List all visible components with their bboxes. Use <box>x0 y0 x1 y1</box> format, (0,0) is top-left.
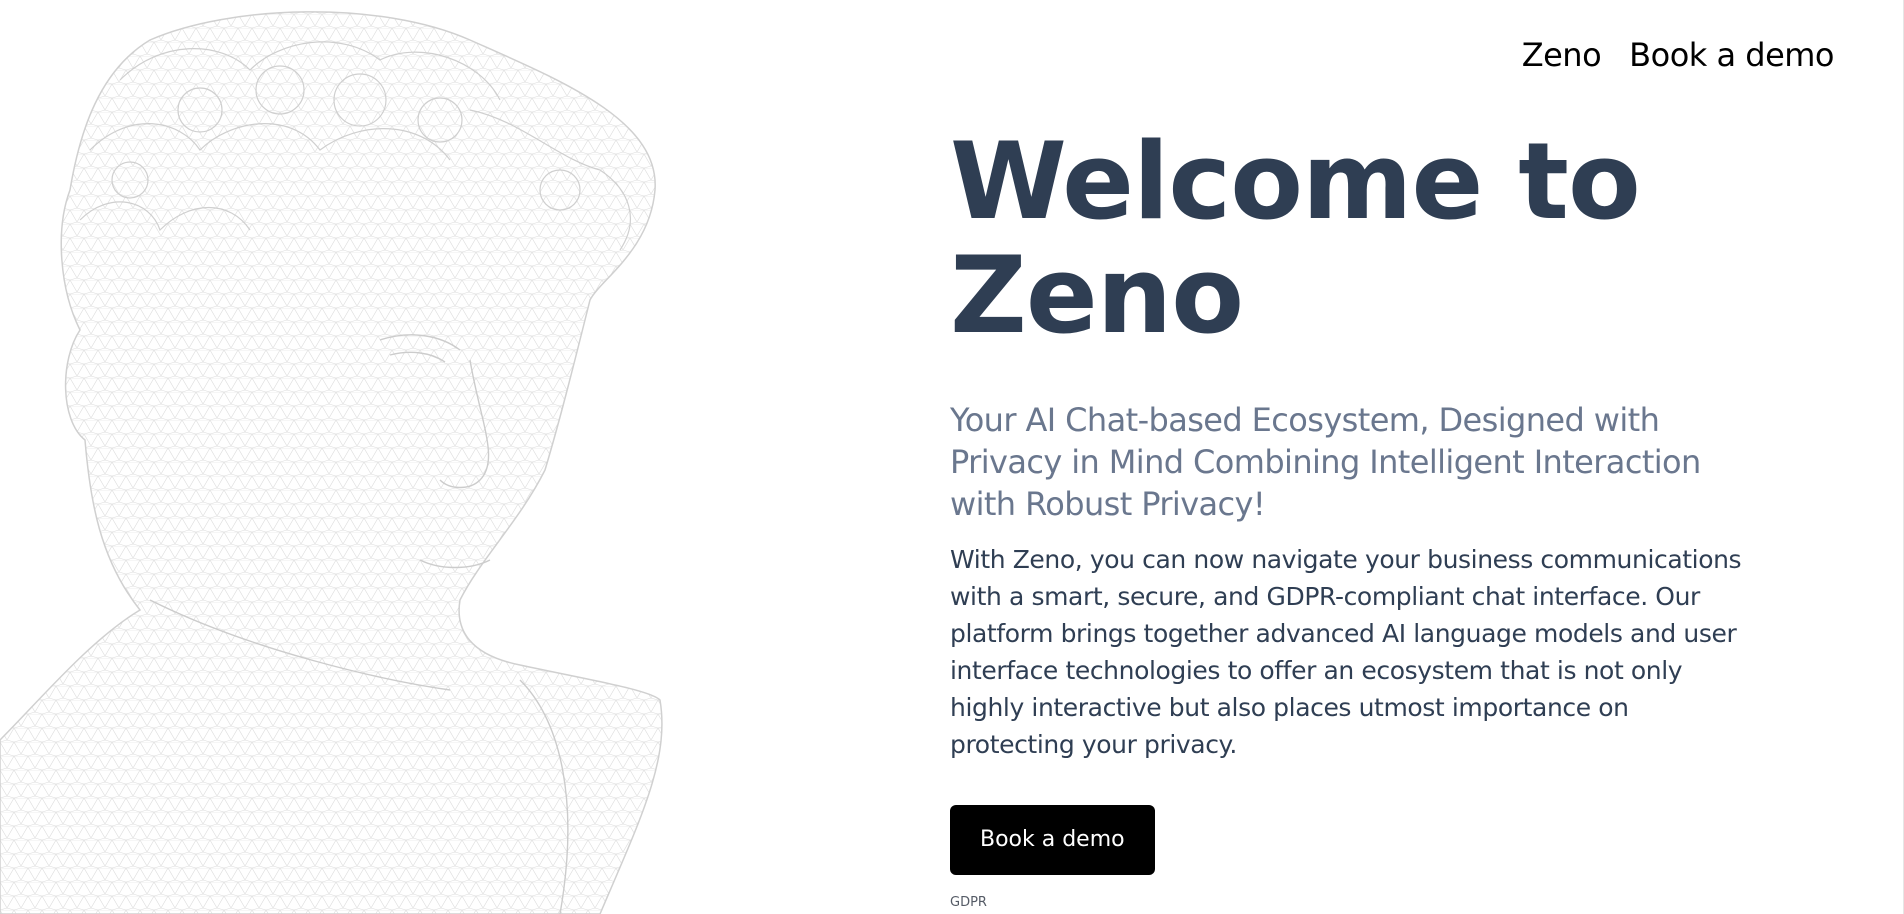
hero-illustration <box>0 0 680 914</box>
wireframe-bust-illustration <box>0 11 663 914</box>
page-title: Welcome to Zeno <box>950 125 1750 353</box>
top-navigation: Zeno Book a demo <box>1522 36 1835 74</box>
nav-link-zeno[interactable]: Zeno <box>1522 36 1602 74</box>
book-demo-button[interactable]: Book a demo <box>950 805 1155 875</box>
hero-section: Welcome to Zeno Your AI Chat-based Ecosy… <box>950 125 1750 910</box>
hero-description: With Zeno, you can now navigate your bus… <box>950 545 1742 759</box>
title-line-1: Welcome to <box>950 120 1641 243</box>
title-line-2: Zeno <box>950 234 1244 357</box>
gdpr-link[interactable]: GDPR <box>950 895 1750 910</box>
nav-link-book-demo[interactable]: Book a demo <box>1629 36 1834 74</box>
hero-subtitle: Your AI Chat-based Ecosystem, Designed w… <box>950 401 1701 523</box>
